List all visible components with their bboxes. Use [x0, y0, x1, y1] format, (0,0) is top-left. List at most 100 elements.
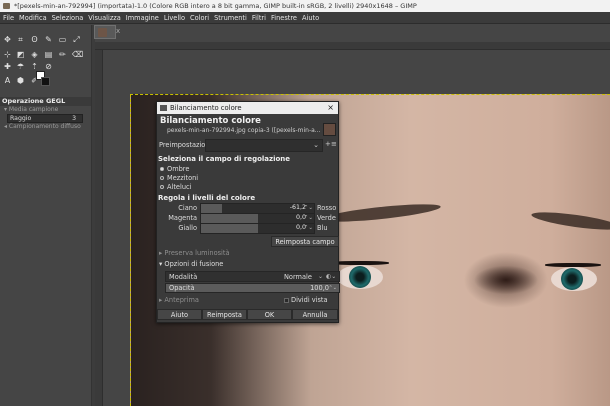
- close-icon[interactable]: ×: [327, 102, 334, 114]
- radio-midtones[interactable]: Mezzitoni: [160, 174, 199, 182]
- spinner-arrows-icon[interactable]: ⌃⌄: [304, 204, 313, 212]
- gimp-app-icon: [3, 3, 10, 9]
- fuzzy-select-icon[interactable]: ✎: [44, 35, 53, 44]
- menu-view[interactable]: Visualizza: [88, 14, 120, 22]
- preview-label: Anteprima: [164, 296, 199, 304]
- gradient-tool-icon[interactable]: ▤: [44, 50, 53, 59]
- menu-edit[interactable]: Modifica: [19, 14, 47, 22]
- image-thumbnail: [98, 28, 107, 37]
- spinner-arrows-icon[interactable]: ⌃⌄: [304, 224, 313, 232]
- path-tool-icon[interactable]: ⇡: [30, 62, 39, 71]
- checkbox-box: [284, 298, 289, 303]
- slider-yellow-label: Giallo: [178, 224, 197, 232]
- move-tool-icon[interactable]: ✥: [3, 35, 12, 44]
- warp-tool-icon[interactable]: ⊹: [3, 50, 12, 59]
- ok-button[interactable]: OK: [247, 309, 292, 320]
- spinner-arrows-icon[interactable]: ⌃⌄: [329, 284, 337, 293]
- help-button[interactable]: Aiuto: [157, 309, 202, 320]
- dialog-app-icon: [160, 105, 167, 111]
- left-iris: [349, 266, 371, 288]
- color-picker-icon[interactable]: ⊘: [44, 62, 53, 71]
- opacity-label: Opacità: [169, 284, 195, 292]
- menu-image[interactable]: Immagine: [126, 14, 159, 22]
- opacity-slider[interactable]: Opacità 100,0 ⌃⌄: [165, 283, 340, 293]
- reset-button[interactable]: Reimposta: [202, 309, 247, 320]
- menu-tools[interactable]: Strumenti: [214, 14, 247, 22]
- clone-tool-icon[interactable]: ✚: [3, 62, 12, 71]
- radius-spinner[interactable]: Raggio 3: [7, 114, 83, 123]
- blending-options-expander[interactable]: ▾ Opzioni di fusione: [159, 260, 223, 268]
- menu-file[interactable]: File: [3, 14, 14, 22]
- composite-options-icon[interactable]: ◐⌄: [326, 272, 336, 282]
- radio-highlights[interactable]: Alteluci: [160, 183, 191, 191]
- slider-red-label: Rosso: [317, 204, 337, 212]
- add-preset-icon[interactable]: +: [325, 140, 331, 148]
- menu-bar: File Modifica Seleziona Visualizza Immag…: [0, 12, 610, 24]
- transform-tool-icon[interactable]: ⤢: [72, 35, 81, 44]
- chevron-down-icon: ⌄: [313, 141, 319, 149]
- window-title: *[pexels-min-an-792994] (importata)-1.0 …: [14, 2, 417, 10]
- text-tool-icon[interactable]: A: [3, 76, 12, 85]
- image-tab[interactable]: [94, 25, 116, 39]
- slider-fill: [201, 204, 223, 213]
- bucket-fill-icon[interactable]: ◈: [30, 50, 39, 59]
- cancel-button[interactable]: Annulla: [292, 309, 338, 320]
- vertical-ruler: [95, 50, 103, 406]
- menu-select[interactable]: Seleziona: [52, 14, 84, 22]
- presets-dropdown[interactable]: ⌄: [205, 139, 323, 152]
- background-color-swatch[interactable]: [41, 77, 50, 86]
- window-title-bar: *[pexels-min-an-792994] (importata)-1.0 …: [0, 0, 610, 12]
- tool-options-title: Operazione GEGL: [0, 97, 91, 106]
- blur-tool-icon[interactable]: ☂: [16, 62, 25, 71]
- opacity-value: 100,0: [310, 284, 329, 292]
- menu-layer[interactable]: Livello: [164, 14, 185, 22]
- right-iris: [561, 268, 583, 290]
- radio-indicator: [160, 176, 164, 180]
- sample-average-option[interactable]: ▾ Media campione: [4, 106, 91, 114]
- slider-cyan-label: Ciano: [178, 204, 197, 212]
- menu-help[interactable]: Aiuto: [302, 14, 319, 22]
- preview-checkbox[interactable]: ▸ Anteprima: [159, 296, 199, 304]
- blend-mode-dropdown[interactable]: Modalità Normale ⌄ ◐⌄: [165, 271, 340, 282]
- rect-select-icon[interactable]: ▭: [58, 35, 67, 44]
- menu-colors[interactable]: Colori: [190, 14, 209, 22]
- right-lash: [545, 263, 601, 267]
- preserve-luminosity-option[interactable]: ▸ Preserva luminosità: [159, 249, 230, 257]
- yellow-blue-slider[interactable]: 0,0 ⌃⌄: [200, 223, 315, 234]
- dialog-heading: Bilanciamento colore: [160, 116, 261, 126]
- slider-fill: [201, 214, 258, 223]
- levels-section-title: Regola i livelli del colore: [158, 194, 256, 202]
- layer-thumbnail: [323, 123, 336, 136]
- preset-menu-icon[interactable]: ≡: [331, 140, 337, 148]
- paintbrush-tool-icon[interactable]: ✏: [58, 50, 67, 59]
- dialog-title-bar[interactable]: Bilanciamento colore ×: [157, 102, 338, 114]
- sample-merged-option[interactable]: ◂ Campionamento diffuso: [4, 123, 91, 131]
- color-balance-dialog: Bilanciamento colore × Bilanciamento col…: [156, 101, 340, 323]
- split-view-label: Dividi vista: [291, 296, 328, 304]
- menu-windows[interactable]: Finestre: [271, 14, 297, 22]
- unified-transform-icon[interactable]: ◩: [16, 50, 25, 59]
- preserve-luminosity-label: Preserva luminosità: [164, 249, 230, 257]
- slider-green-label: Verde: [317, 214, 336, 222]
- blending-options-label: Opzioni di fusione: [164, 260, 224, 268]
- mode-label: Modalità: [169, 273, 198, 281]
- crop-tool-icon[interactable]: ⌗: [16, 35, 25, 44]
- spinner-arrows-icon[interactable]: ⌃⌄: [304, 214, 313, 222]
- slider-blue-label: Blu: [317, 224, 328, 232]
- image-tab-close-icon[interactable]: x: [116, 27, 124, 35]
- dodge-tool-icon[interactable]: ⬢: [16, 76, 25, 85]
- radio-midtones-label: Mezzitoni: [167, 174, 199, 182]
- eraser-tool-icon[interactable]: ⌫: [72, 50, 83, 59]
- lasso-tool-icon[interactable]: ʘ: [30, 35, 39, 44]
- menu-filters[interactable]: Filtri: [252, 14, 266, 22]
- slider-magenta-label: Magenta: [168, 214, 197, 222]
- radio-indicator: [160, 167, 164, 171]
- split-view-checkbox[interactable]: Dividi vista: [284, 296, 328, 304]
- dialog-window-title: Bilanciamento colore: [170, 104, 242, 112]
- left-eye: [337, 265, 383, 289]
- chevron-down-icon: ⌄: [318, 273, 324, 280]
- reset-range-button[interactable]: Reimposta campo: [271, 236, 339, 247]
- mode-value: Normale: [284, 273, 312, 281]
- right-eyebrow: [530, 208, 610, 234]
- radio-shadows[interactable]: Ombre: [160, 165, 189, 173]
